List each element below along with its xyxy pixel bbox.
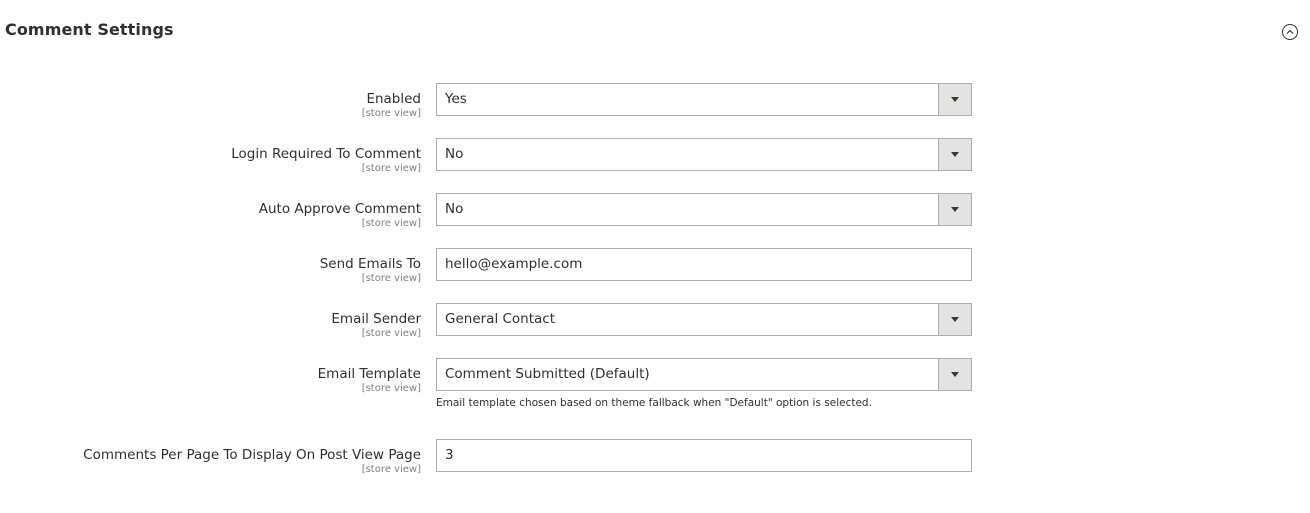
caret-down-icon [951, 207, 959, 212]
select-value: No [445, 201, 464, 217]
field-label-group: Comments Per Page To Display On Post Vie… [83, 439, 421, 476]
select-arrow-button[interactable] [938, 194, 971, 225]
field-label: Login Required To Comment [231, 146, 421, 162]
caret-down-icon [951, 372, 959, 377]
select-arrow-button[interactable] [938, 359, 971, 390]
field-label-group: Send Emails To [store view] [320, 248, 421, 285]
email-template-select[interactable]: Comment Submitted (Default) [436, 358, 972, 391]
scope-label: [store view] [361, 328, 421, 339]
select-value: No [445, 146, 464, 162]
section-title: Comment Settings [5, 20, 174, 39]
login-required-select[interactable]: No [436, 138, 972, 171]
scope-label: [store view] [361, 464, 421, 475]
chevron-up-icon [1286, 29, 1294, 34]
send-emails-to-input[interactable]: hello@example.com [436, 248, 972, 281]
field-label: Comments Per Page To Display On Post Vie… [83, 447, 421, 463]
select-arrow-button[interactable] [938, 304, 971, 335]
scope-label: [store view] [361, 383, 421, 394]
field-label-group: Login Required To Comment [store view] [231, 138, 421, 175]
email-sender-select[interactable]: General Contact [436, 303, 972, 336]
scope-label: [store view] [361, 273, 421, 284]
caret-down-icon [951, 97, 959, 102]
field-label-group: Email Template [store view] [318, 358, 421, 395]
field-label: Auto Approve Comment [258, 201, 421, 217]
field-label: Enabled [366, 91, 421, 107]
field-label-group: Auto Approve Comment [store view] [259, 193, 421, 230]
scope-label: [store view] [361, 218, 421, 229]
section-header: Comment Settings [0, 0, 1310, 62]
select-value: Comment Submitted (Default) [445, 366, 650, 382]
field-label-group: Enabled [store view] [362, 83, 421, 120]
field-label: Email Template [317, 366, 421, 382]
scope-label: [store view] [361, 163, 421, 174]
field-label-group: Email Sender [store view] [331, 303, 421, 340]
select-value: General Contact [445, 311, 556, 327]
comments-per-page-input[interactable]: 3 [436, 439, 972, 472]
enabled-select[interactable]: Yes [436, 83, 972, 116]
auto-approve-select[interactable]: No [436, 193, 972, 226]
collapse-toggle-button[interactable] [1282, 24, 1298, 40]
caret-down-icon [951, 152, 959, 157]
select-arrow-button[interactable] [938, 139, 971, 170]
field-label: Send Emails To [319, 256, 421, 272]
field-label: Email Sender [331, 311, 421, 327]
select-arrow-button[interactable] [938, 84, 971, 115]
select-value: Yes [445, 91, 467, 107]
field-note: Email template chosen based on theme fal… [436, 397, 872, 409]
caret-down-icon [951, 317, 959, 322]
scope-label: [store view] [361, 108, 421, 119]
